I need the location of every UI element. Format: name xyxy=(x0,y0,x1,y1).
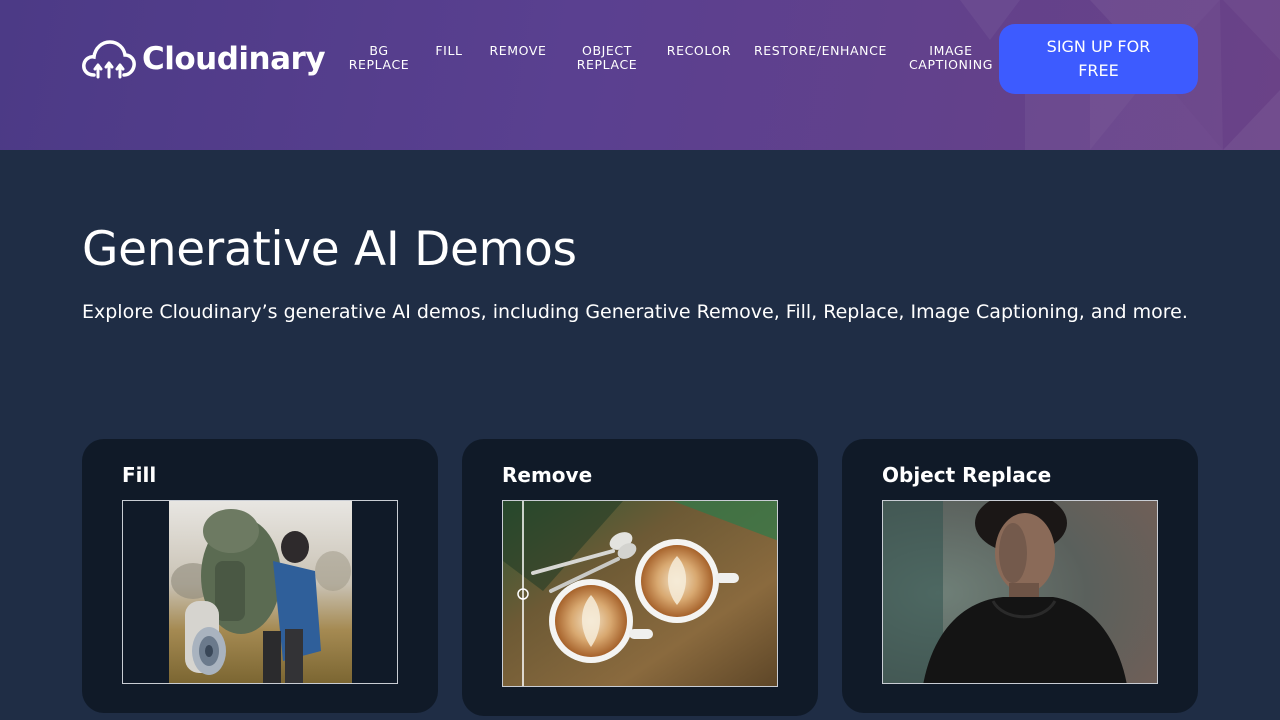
nav-fill[interactable]: FILL xyxy=(432,44,466,58)
card-image[interactable] xyxy=(122,500,398,684)
card-title: Remove xyxy=(502,463,593,487)
nav-bg-replace[interactable]: BG REPLACE xyxy=(344,44,414,72)
site-header: Cloudinary BG REPLACE FILL REMOVE OBJECT… xyxy=(0,0,1280,150)
nav-recolor[interactable]: RECOLOR xyxy=(666,44,732,58)
card-image[interactable] xyxy=(882,500,1158,684)
brand-name: Cloudinary xyxy=(142,41,326,77)
card-title: Object Replace xyxy=(882,463,1052,487)
demo-card-object-replace[interactable]: Object Replace xyxy=(842,439,1198,713)
demo-card-remove[interactable]: Remove xyxy=(462,439,818,716)
card-image[interactable] xyxy=(502,500,778,687)
cloud-logo-icon xyxy=(82,40,136,79)
hiker-photo-image xyxy=(123,501,397,683)
nav-restore-enhance[interactable]: RESTORE/ENHANCE xyxy=(754,44,886,58)
nav-remove[interactable]: REMOVE xyxy=(488,44,548,58)
page-description: Explore Cloudinary’s generative AI demos… xyxy=(82,301,1188,323)
cloudinary-logo-link[interactable]: Cloudinary xyxy=(82,36,326,82)
nav-image-captioning[interactable]: IMAGE CAPTIONING xyxy=(908,44,994,72)
nav-object-replace[interactable]: OBJECT REPLACE xyxy=(572,44,642,72)
sign-up-button[interactable]: SIGN UP FOR FREE xyxy=(999,24,1198,94)
demo-card-fill[interactable]: Fill xyxy=(82,439,438,713)
latte-photo-image xyxy=(503,501,777,686)
page-title: Generative AI Demos xyxy=(82,222,577,277)
card-title: Fill xyxy=(122,463,157,487)
portrait-photo-image xyxy=(883,501,1157,683)
